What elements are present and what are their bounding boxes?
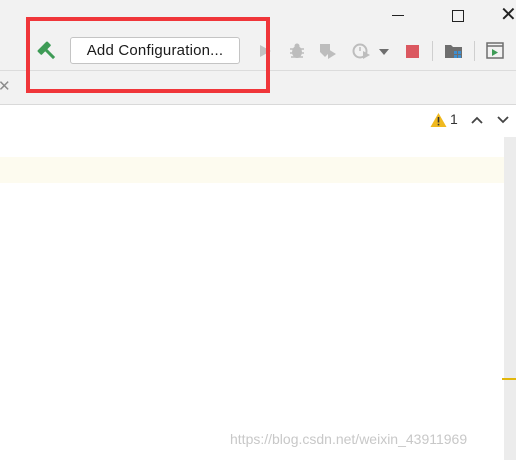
warning-count[interactable]: 1 <box>450 111 458 127</box>
error-stripe-scrollbar[interactable] <box>504 137 516 460</box>
run-console-icon[interactable] <box>486 42 504 59</box>
watermark: https://blog.csdn.net/weixin_43911969 <box>230 431 468 447</box>
close-icon: ✕ <box>500 2 516 26</box>
run-icon[interactable] <box>257 43 273 59</box>
project-structure-icon[interactable] <box>444 42 464 60</box>
warning-icon[interactable] <box>430 112 447 128</box>
minimize-icon <box>392 15 404 16</box>
maximize-button[interactable] <box>440 0 476 32</box>
coverage-icon[interactable] <box>318 42 338 60</box>
current-line-highlight <box>0 157 504 183</box>
toolbar-separator <box>432 41 433 61</box>
close-button[interactable]: ✕ <box>498 0 516 32</box>
toolbar-separator <box>474 41 475 61</box>
stop-icon[interactable] <box>406 45 419 58</box>
code-editor[interactable]: 1 <box>0 105 516 460</box>
add-configuration-button[interactable]: Add Configuration... <box>70 37 240 64</box>
debug-icon[interactable] <box>288 42 306 60</box>
maximize-icon <box>452 10 464 22</box>
chevron-down-icon[interactable] <box>379 49 389 55</box>
hammer-icon[interactable] <box>36 40 58 62</box>
minimize-button[interactable] <box>380 0 416 32</box>
chevron-down-icon[interactable] <box>496 115 510 125</box>
profile-icon[interactable] <box>352 42 372 60</box>
chevron-up-icon[interactable] <box>470 115 484 125</box>
editor-tab-bar: ✕ <box>0 71 516 105</box>
close-tab-icon[interactable]: ✕ <box>0 77 11 95</box>
warning-stripe-marker[interactable] <box>502 378 516 380</box>
main-toolbar: Add Configuration... <box>0 32 516 71</box>
title-bar: ✕ <box>0 0 516 32</box>
